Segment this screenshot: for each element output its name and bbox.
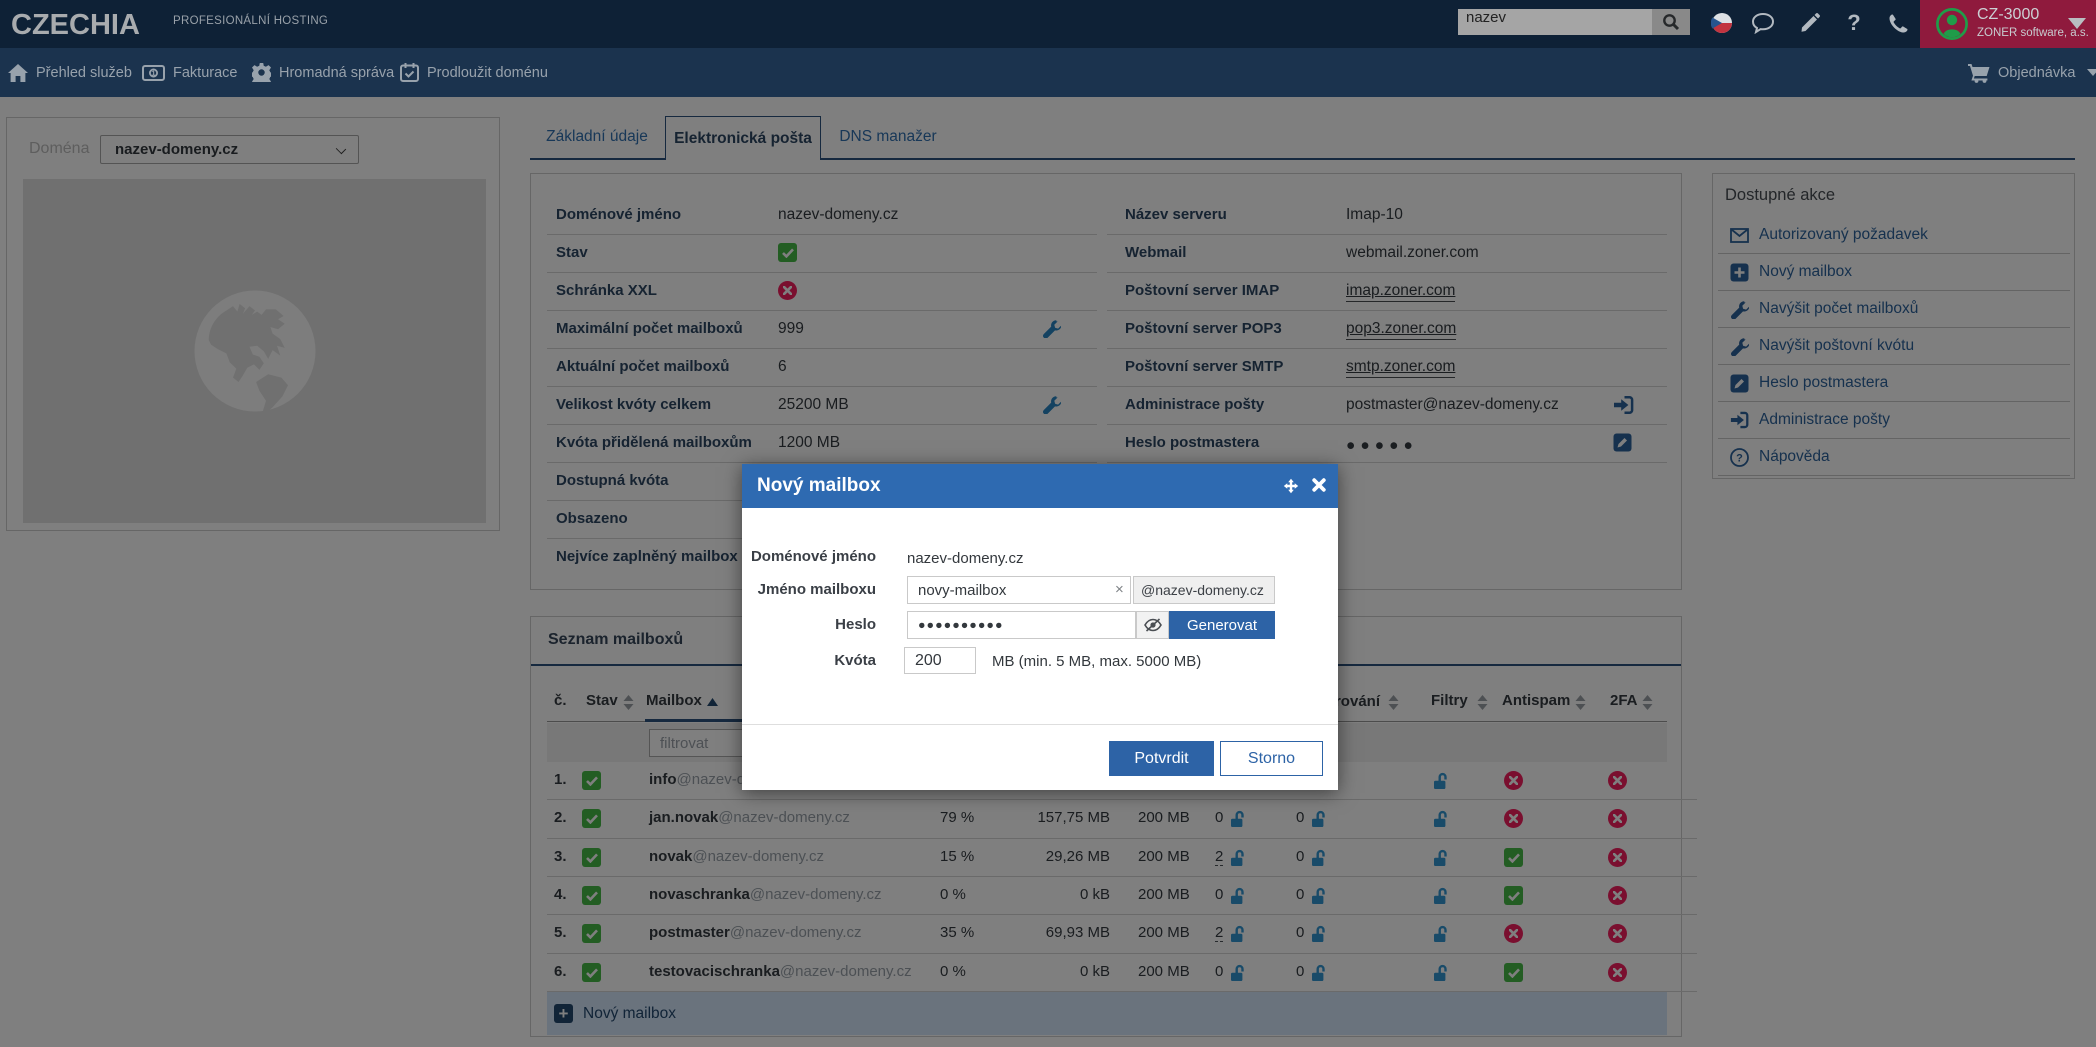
svg-text:1: 1	[151, 68, 155, 77]
